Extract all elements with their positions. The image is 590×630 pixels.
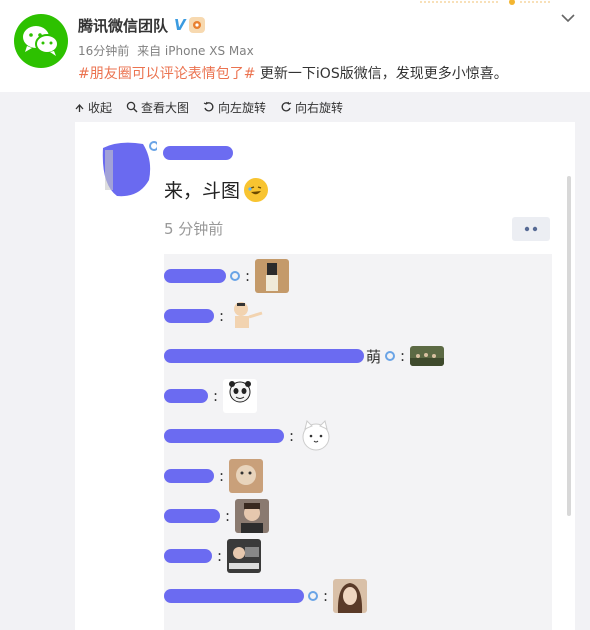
post-meta: 16分钟前 来自 iPhone XS Max	[78, 42, 258, 59]
more-button[interactable]	[512, 217, 550, 241]
media-toolbar: 收起 查看大图 向左旋转 向右旋转	[0, 92, 590, 122]
circle-icon	[230, 271, 240, 281]
collapse-label: 收起	[88, 100, 113, 115]
comment-row[interactable]: :	[164, 456, 264, 496]
rotate-right-button[interactable]: 向右旋转	[280, 99, 343, 116]
wechat-logo-icon	[23, 26, 59, 56]
author-name[interactable]: 腾讯微信团队	[78, 15, 168, 36]
moment-comment-text: 来，斗图	[164, 180, 241, 202]
circle-icon	[308, 591, 318, 601]
rotate-right-icon	[281, 101, 292, 112]
white-cat-sticker	[299, 419, 334, 453]
verified-badge: V	[174, 16, 186, 34]
man-photo-sticker	[235, 499, 270, 533]
cartoon-man-sticker	[229, 299, 264, 333]
poster-name-redacted	[163, 146, 233, 160]
collapse-button[interactable]: 收起	[74, 99, 112, 116]
commenter-name-redacted	[164, 309, 214, 323]
rotate-left-icon	[203, 101, 214, 112]
poster-avatar-redacted	[99, 140, 157, 200]
decoration-icon	[420, 0, 550, 5]
person-photo-sticker	[255, 259, 290, 293]
post-text: #朋友圈可以评论表情包了# 更新一下iOS版微信，发现更多小惊喜。	[78, 63, 508, 83]
commenter-name-redacted	[164, 589, 304, 603]
magnifier-icon	[126, 101, 138, 113]
author-avatar[interactable]	[14, 14, 68, 68]
rotate-left-label: 向左旋转	[218, 100, 267, 115]
comment-row[interactable]: :	[164, 576, 368, 616]
laughing-emoji-icon	[244, 177, 269, 202]
commenter-name-redacted	[164, 549, 212, 563]
comment-row[interactable]: 萌 :	[164, 336, 445, 376]
post-header: 腾讯微信团队 V 16分钟前 来自 iPhone XS Max #朋友圈可以评论…	[0, 0, 590, 88]
commenter-name-redacted	[164, 429, 284, 443]
view-large-button[interactable]: 查看大图	[126, 99, 189, 116]
post-body: 更新一下iOS版微信，发现更多小惊喜。	[255, 66, 508, 82]
moment-comment: 来，斗图	[164, 176, 269, 203]
chevron-down-icon[interactable]	[560, 12, 576, 24]
commenter-name-redacted	[164, 269, 226, 283]
comment-row[interactable]: :	[164, 376, 258, 416]
commenter-name-redacted	[164, 349, 364, 363]
post-time[interactable]: 16分钟前	[78, 44, 129, 58]
view-large-label: 查看大图	[141, 100, 190, 115]
comment-row[interactable]: :	[164, 256, 290, 296]
scrollbar	[567, 176, 571, 516]
media-panel: 收起 查看大图 向左旋转 向右旋转 来，斗图 5 分钟前:: 萌:::…	[0, 92, 590, 630]
comment-row[interactable]: :	[164, 536, 262, 576]
comment-row[interactable]: :	[164, 296, 264, 336]
screenshot-image[interactable]: 来，斗图 5 分钟前 : : 萌:::::::	[75, 122, 575, 630]
panda-meme-sticker	[223, 379, 258, 413]
hashtag-link[interactable]: #朋友圈可以评论表情包了#	[78, 66, 255, 82]
medal-icon	[188, 17, 205, 33]
post-source: 来自 iPhone XS Max	[137, 44, 254, 58]
woman-photo-sticker	[333, 579, 368, 613]
author-block: 腾讯微信团队 V 16分钟前 来自 iPhone XS Max	[78, 14, 258, 59]
commenter-name-redacted	[164, 389, 208, 403]
commenter-name-redacted	[164, 469, 214, 483]
rotate-right-label: 向右旋转	[295, 100, 344, 115]
comment-row[interactable]: :	[164, 496, 270, 536]
comment-row[interactable]: :	[164, 416, 334, 456]
moment-time: 5 分钟前	[164, 220, 224, 238]
comments-list: : : 萌 : : :::::	[164, 254, 552, 630]
collapse-icon	[75, 103, 84, 112]
group-photo-sticker	[410, 346, 445, 366]
commenter-name-redacted	[164, 509, 220, 523]
cat-photo-sticker	[229, 459, 264, 493]
car-meme-sticker	[227, 539, 262, 573]
circle-icon	[385, 351, 396, 361]
rotate-left-button[interactable]: 向左旋转	[203, 99, 266, 116]
more-dots-icon	[524, 226, 538, 232]
